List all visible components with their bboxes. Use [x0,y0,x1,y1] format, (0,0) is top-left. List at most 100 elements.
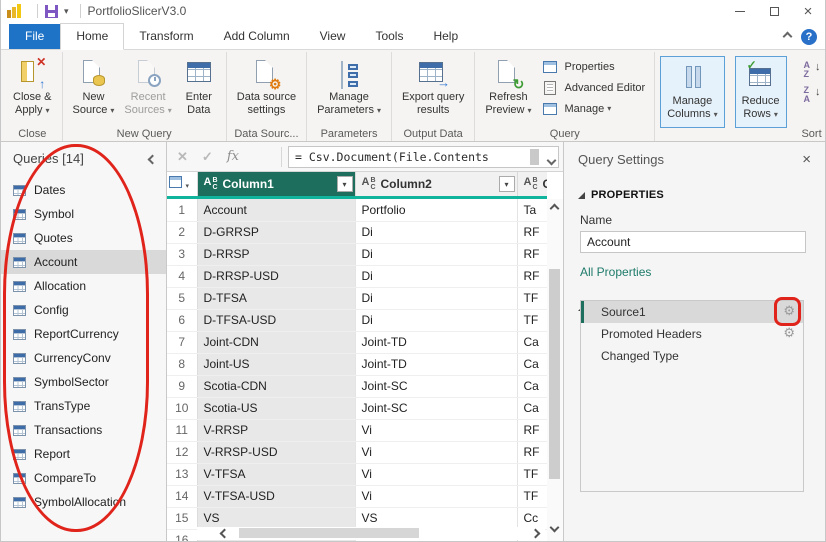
cell[interactable]: TF [517,287,547,309]
close-query-settings-icon[interactable]: × [802,152,811,167]
row-number[interactable]: 16 [167,529,197,541]
vertical-scroll-thumb[interactable] [549,269,560,479]
cell[interactable]: Joint-CDN [197,331,355,353]
properties-button[interactable]: Properties [538,56,649,77]
collapse-queries-panel-icon[interactable] [149,152,156,166]
formula-scroll-thumb[interactable] [530,149,539,165]
cell[interactable]: D-TFSA-USD [197,309,355,331]
cell[interactable]: Ca [517,353,547,375]
cell[interactable]: D-TFSA [197,287,355,309]
enter-data-button[interactable]: EnterData [177,54,221,120]
cell[interactable]: RF [517,243,547,265]
tab-view[interactable]: View [305,24,361,49]
formula-cancel-icon[interactable]: ✕ [177,149,188,165]
row-number[interactable]: 15 [167,507,197,529]
query-item-compareto[interactable]: CompareTo [1,466,166,490]
cell[interactable]: RF [517,265,547,287]
row-number[interactable]: 14 [167,485,197,507]
cell[interactable]: RF [517,221,547,243]
column-header-c[interactable]: ABCC [517,172,547,196]
collapse-ribbon-icon[interactable] [784,32,791,43]
query-item-transactions[interactable]: Transactions [1,418,166,442]
recent-sources-button[interactable]: RecentSources▾ [119,54,176,120]
properties-section-header[interactable]: PROPERTIES [578,189,825,201]
cell[interactable]: VS [197,507,355,529]
minimize-button[interactable] [723,0,757,22]
query-item-symbolsector[interactable]: SymbolSector [1,370,166,394]
reduce-rows-button[interactable]: ✓ReduceRows▾ [737,58,785,126]
vertical-scrollbar[interactable] [547,199,563,541]
filter-dropdown-icon[interactable]: ▾ [337,176,353,192]
cell[interactable]: Di [355,221,517,243]
select-all-corner[interactable]: ▾ [167,172,197,196]
column-header-column1[interactable]: ABCColumn1▾ [197,172,355,196]
cell[interactable]: V-RRSP-USD [197,441,355,463]
cell[interactable]: Di [355,265,517,287]
cell[interactable]: D-RRSP-USD [197,265,355,287]
row-number[interactable]: 13 [167,463,197,485]
cell[interactable]: V-RRSP [197,419,355,441]
cell[interactable]: RF [517,419,547,441]
cell[interactable]: Joint-SC [355,397,517,419]
save-icon[interactable] [45,5,58,18]
cell[interactable]: Di [355,243,517,265]
cell[interactable]: Joint-TD [355,353,517,375]
sort-az-button[interactable]: AZ↓ [799,58,825,79]
row-number[interactable]: 10 [167,397,197,419]
refresh-preview-button[interactable]: ↻RefreshPreview▾ [480,54,536,120]
cell[interactable]: Cc [517,507,547,529]
sort-za-button[interactable]: ZA↓ [799,83,825,104]
scroll-left-icon[interactable] [220,529,230,539]
cell[interactable]: Joint-SC [355,375,517,397]
row-number[interactable]: 11 [167,419,197,441]
step-settings-gear-icon[interactable]: ⚙ [783,304,795,317]
horizontal-scroll-thumb[interactable] [239,528,419,538]
cell[interactable]: Vi [355,463,517,485]
query-item-dates[interactable]: Dates [1,178,166,202]
help-icon[interactable]: ? [801,29,817,45]
formula-check-icon[interactable]: ✓ [202,149,213,165]
query-item-currencyconv[interactable]: CurrencyConv [1,346,166,370]
cell[interactable]: Ca [517,331,547,353]
row-number[interactable]: 4 [167,265,197,287]
cell[interactable]: Ca [517,397,547,419]
row-number[interactable]: 9 [167,375,197,397]
query-item-report[interactable]: Report [1,442,166,466]
cell[interactable]: Vi [355,419,517,441]
cell[interactable]: TF [517,463,547,485]
tab-help[interactable]: Help [418,24,473,49]
query-item-config[interactable]: Config [1,298,166,322]
cell[interactable]: Portfolio [355,199,517,221]
cell[interactable]: Vi [355,441,517,463]
row-number[interactable]: 3 [167,243,197,265]
cell[interactable]: Di [355,309,517,331]
tab-tools[interactable]: Tools [360,24,418,49]
cell[interactable]: D-GRRSP [197,221,355,243]
all-properties-link[interactable]: All Properties [580,265,825,279]
close-button[interactable]: × [791,0,825,22]
close-apply-button[interactable]: ✕↑Close &Apply▾ [8,54,57,120]
row-number[interactable]: 6 [167,309,197,331]
row-number[interactable]: 7 [167,331,197,353]
query-item-transtype[interactable]: TransType [1,394,166,418]
column-header-column2[interactable]: ABCColumn2▾ [355,172,517,196]
cell[interactable]: Joint-TD [355,331,517,353]
name-input[interactable] [580,231,806,253]
cell[interactable]: V-TFSA [197,463,355,485]
export-query-button[interactable]: →Export queryresults [397,54,469,120]
row-number[interactable]: 2 [167,221,197,243]
tab-file[interactable]: File [9,24,60,49]
query-item-account[interactable]: Account [1,250,166,274]
advanced-editor-button[interactable]: Advanced Editor [538,77,649,98]
scroll-up-icon[interactable] [550,204,560,214]
tab-home[interactable]: Home [60,23,124,50]
tab-add-column[interactable]: Add Column [209,24,305,49]
manage-button[interactable]: Manage▾ [538,98,649,119]
query-item-reportcurrency[interactable]: ReportCurrency [1,322,166,346]
applied-step-promoted-headers[interactable]: Promoted Headers⚙ [581,323,803,345]
formula-expand-icon[interactable] [548,153,555,167]
cell[interactable]: Account [197,199,355,221]
tab-transform[interactable]: Transform [124,24,208,49]
maximize-button[interactable] [757,0,791,22]
manage-columns-button[interactable]: ManageColumns▾ [662,58,722,126]
